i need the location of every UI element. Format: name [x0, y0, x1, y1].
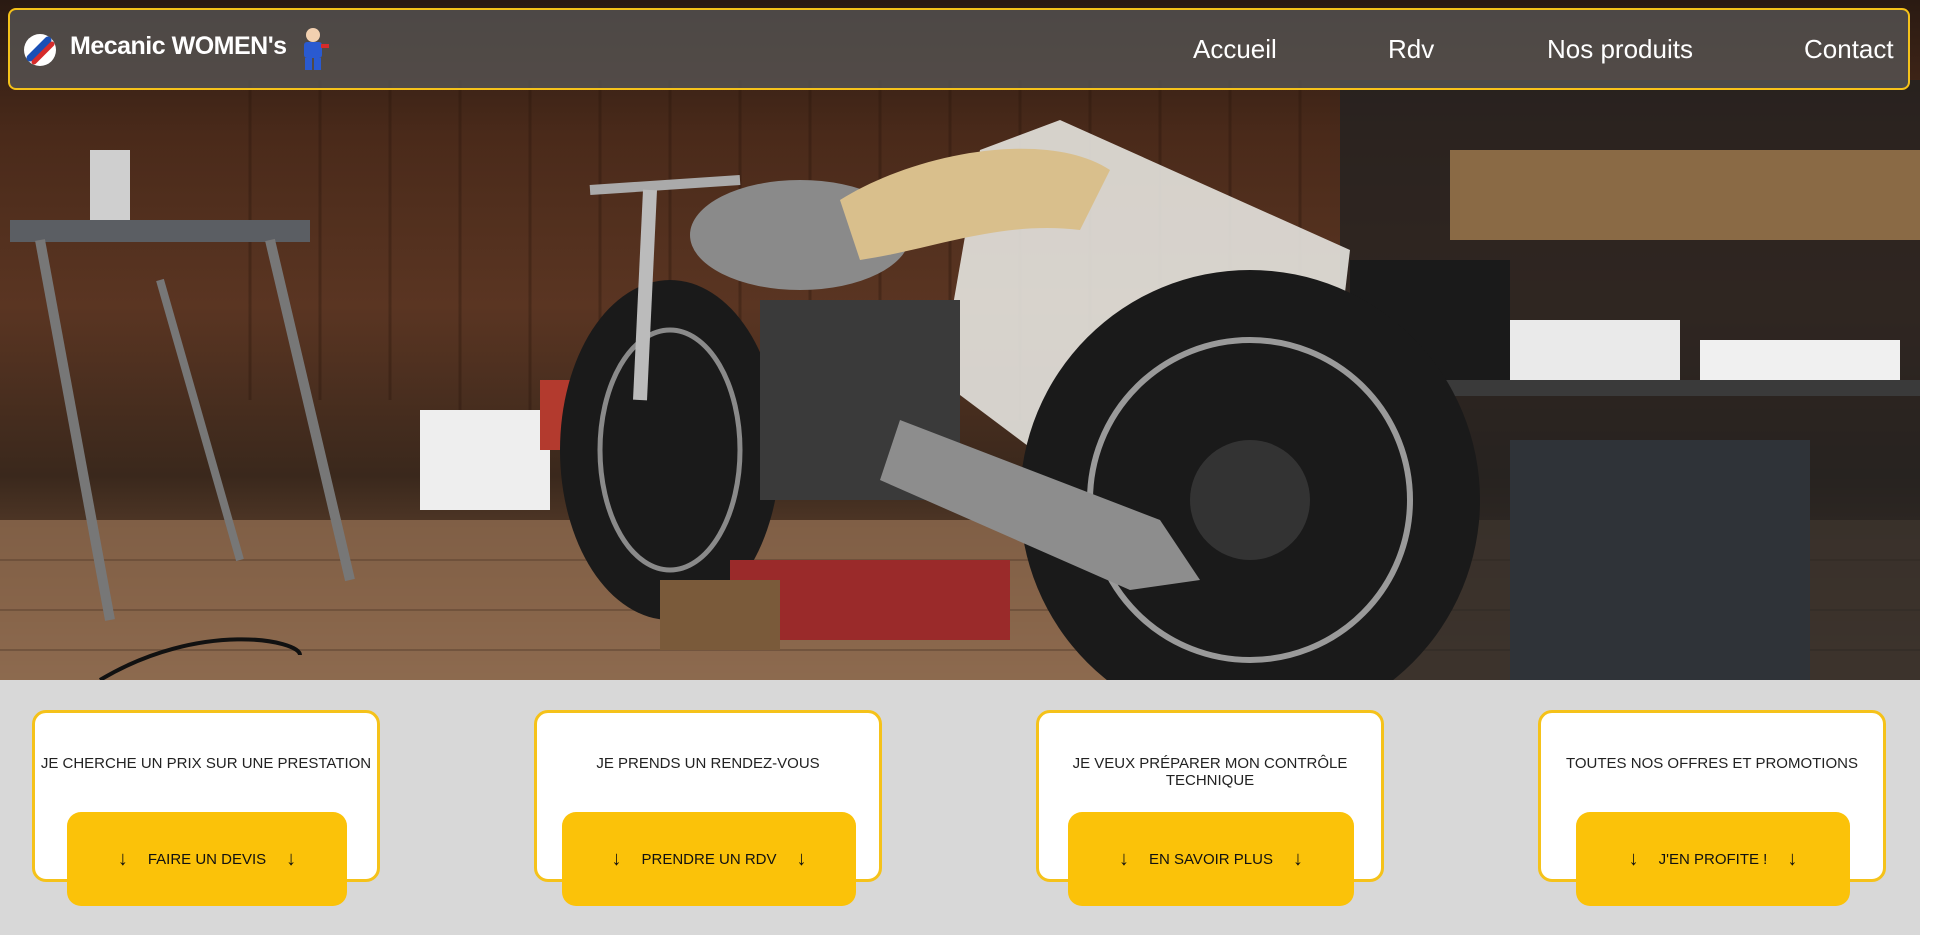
page-edge — [1920, 0, 1946, 935]
button-label: FAIRE UN DEVIS — [147, 850, 267, 868]
arrow-down-icon: ↓ — [1787, 847, 1798, 870]
nav-link-accueil[interactable]: Accueil — [1193, 34, 1277, 65]
arrow-down-icon: ↓ — [1292, 847, 1303, 870]
service-card-text: TOUTES NOS OFFRES ET PROMOTIONS — [1566, 755, 1858, 772]
nav-link-nos-produits[interactable]: Nos produits — [1547, 34, 1693, 65]
arrow-down-icon: ↓ — [117, 847, 128, 870]
wrench-logo-icon[interactable] — [20, 30, 60, 70]
prendre-un-rdv-button[interactable]: ↓ PRENDRE UN RDV ↓ — [562, 812, 856, 906]
arrow-down-icon: ↓ — [796, 847, 807, 870]
brand-name[interactable]: Mecanic WOMEN's — [70, 32, 287, 61]
garage-motorcycle-illustration — [0, 80, 1920, 680]
service-card-text: JE VEUX PRÉPARER MON CONTRÔLE TECHNIQUE — [1072, 755, 1348, 789]
top-navbar: Mecanic WOMEN's Accueil Rdv Nos produits… — [8, 8, 1910, 90]
service-card-text: JE CHERCHE UN PRIX SUR UNE PRESTATION — [40, 755, 372, 772]
nav-link-contact[interactable]: Contact — [1804, 34, 1894, 65]
arrow-down-icon: ↓ — [611, 847, 622, 870]
j-en-profite-button[interactable]: ↓ J'EN PROFITE ! ↓ — [1576, 812, 1850, 906]
arrow-down-icon: ↓ — [1119, 847, 1130, 870]
nav-link-rdv[interactable]: Rdv — [1388, 34, 1434, 65]
button-label: EN SAVOIR PLUS — [1149, 850, 1273, 868]
mechanic-mascot-icon — [304, 28, 329, 70]
button-label: J'EN PROFITE ! — [1658, 850, 1768, 868]
faire-un-devis-button[interactable]: ↓ FAIRE UN DEVIS ↓ — [67, 812, 347, 906]
hero-image — [0, 0, 1920, 680]
arrow-down-icon: ↓ — [1628, 847, 1639, 870]
service-card-text: JE PRENDS UN RENDEZ-VOUS — [596, 755, 820, 772]
en-savoir-plus-button[interactable]: ↓ EN SAVOIR PLUS ↓ — [1068, 812, 1354, 906]
button-label: PRENDRE UN RDV — [641, 850, 777, 868]
arrow-down-icon: ↓ — [286, 847, 297, 870]
